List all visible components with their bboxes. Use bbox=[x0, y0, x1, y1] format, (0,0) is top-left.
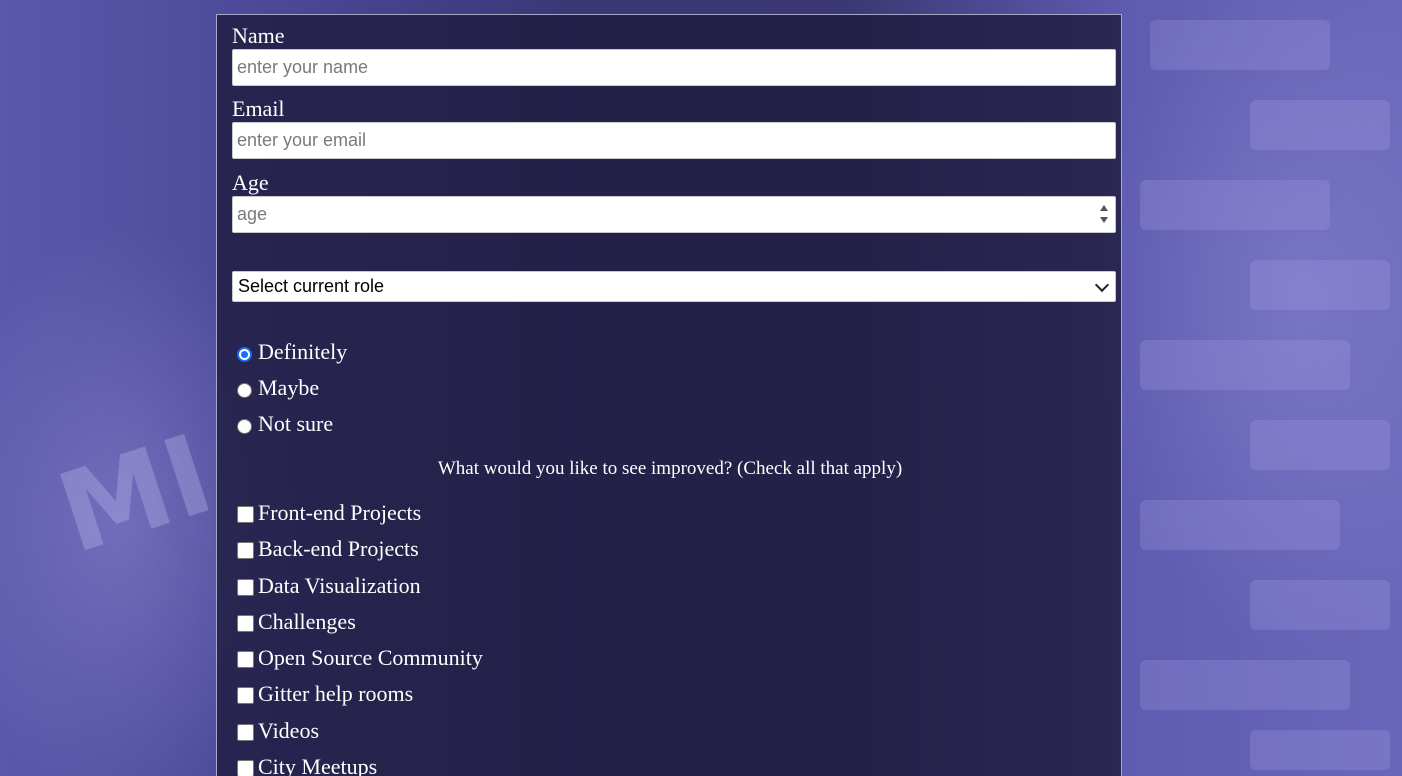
stepper-up-icon[interactable] bbox=[1100, 205, 1108, 211]
checkbox-open-source-community[interactable]: Open Source Community bbox=[237, 645, 483, 671]
checkbox[interactable] bbox=[237, 614, 254, 632]
checkbox[interactable] bbox=[237, 578, 254, 596]
background-brick bbox=[1140, 500, 1340, 550]
improve-question: What would you like to see improved? (Ch… bbox=[437, 458, 903, 479]
radio-not-sure[interactable]: Not sure bbox=[237, 411, 333, 437]
role-select[interactable]: Select current role bbox=[232, 271, 1116, 302]
email-input[interactable] bbox=[232, 122, 1116, 159]
checkbox-front-end-projects[interactable]: Front-end Projects bbox=[237, 500, 421, 526]
checkbox-label: Data Visualization bbox=[258, 573, 421, 598]
checkbox-label: City Meetups bbox=[258, 754, 378, 776]
background-brick bbox=[1250, 100, 1390, 150]
checkbox-label: Videos bbox=[258, 718, 320, 743]
checkbox-label: Challenges bbox=[258, 609, 356, 634]
checkbox-label: Front-end Projects bbox=[258, 500, 422, 525]
radio-label: Not sure bbox=[258, 411, 334, 436]
checkbox-challenges[interactable]: Challenges bbox=[237, 609, 356, 635]
checkbox[interactable] bbox=[237, 723, 254, 741]
checkbox-back-end-projects[interactable]: Back-end Projects bbox=[237, 536, 419, 562]
background-brick bbox=[1250, 420, 1390, 470]
checkbox-city-meetups[interactable]: City Meetups bbox=[237, 754, 377, 776]
survey-form: Name Email Age Select current role Defin… bbox=[216, 14, 1122, 776]
checkbox[interactable] bbox=[237, 541, 254, 559]
background-brick bbox=[1140, 340, 1350, 390]
checkbox[interactable] bbox=[237, 650, 254, 668]
background-brick bbox=[1250, 260, 1390, 310]
checkbox-label: Gitter help rooms bbox=[258, 681, 414, 706]
background-brick bbox=[1140, 180, 1330, 230]
checkbox[interactable] bbox=[237, 759, 254, 776]
stepper-down-icon[interactable] bbox=[1100, 217, 1108, 223]
age-label: Age bbox=[232, 170, 269, 195]
background-brick bbox=[1250, 580, 1390, 630]
radio-label: Maybe bbox=[258, 375, 320, 400]
radio-definitely[interactable]: Definitely bbox=[237, 339, 347, 365]
checkbox-gitter-help-rooms[interactable]: Gitter help rooms bbox=[237, 681, 413, 707]
checkbox[interactable] bbox=[237, 686, 254, 704]
checkbox-videos[interactable]: Videos bbox=[237, 718, 319, 744]
checkbox[interactable] bbox=[237, 505, 254, 523]
background-brick bbox=[1250, 730, 1390, 770]
radio-button[interactable] bbox=[237, 418, 252, 434]
age-stepper[interactable] bbox=[1098, 205, 1110, 223]
radio-button[interactable] bbox=[237, 382, 252, 398]
role-select-value: Select current role bbox=[238, 276, 385, 296]
checkbox-label: Back-end Projects bbox=[258, 536, 419, 561]
background-brick bbox=[1150, 20, 1330, 70]
checkbox-label: Open Source Community bbox=[258, 645, 483, 670]
age-field bbox=[232, 196, 1116, 233]
radio-maybe[interactable]: Maybe bbox=[237, 375, 319, 401]
email-label: Email bbox=[232, 96, 285, 121]
age-input[interactable] bbox=[232, 196, 1116, 233]
name-label: Name bbox=[232, 23, 285, 48]
name-input[interactable] bbox=[232, 49, 1116, 86]
checkbox-data-visualization[interactable]: Data Visualization bbox=[237, 573, 421, 599]
background-jersey-graphic: MI bbox=[43, 409, 227, 579]
chevron-down-icon bbox=[1094, 277, 1110, 293]
background-brick bbox=[1140, 660, 1350, 710]
radio-button-checked[interactable] bbox=[237, 346, 252, 362]
radio-label: Definitely bbox=[258, 339, 348, 364]
